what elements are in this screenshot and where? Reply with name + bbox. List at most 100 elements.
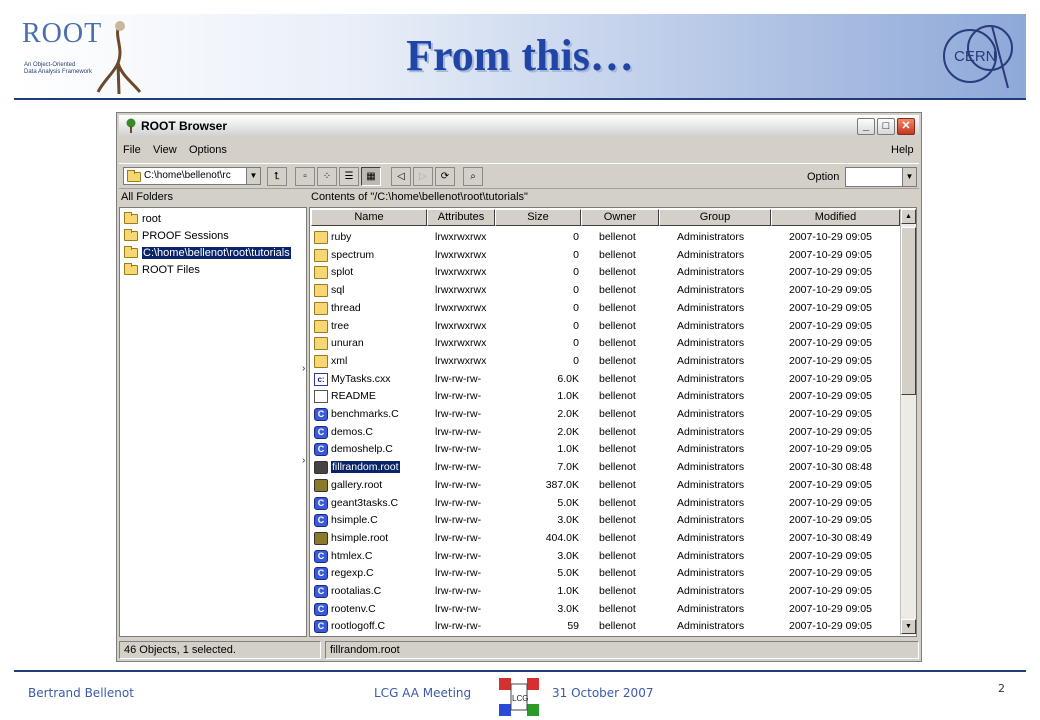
table-row[interactable]: thread lrwxrwxrwx 0 bellenot Administrators 2…: [311, 300, 901, 318]
cell-group: Administrators: [677, 354, 745, 367]
cell-owner: bellenot: [599, 266, 636, 279]
cell-attr: lrw-rw-rw-: [435, 602, 482, 615]
vertical-scrollbar[interactable]: ▲ ▼: [900, 209, 916, 635]
menu-file[interactable]: File: [123, 144, 141, 156]
cell-group: Administrators: [677, 461, 745, 474]
cell-group: Administrators: [677, 620, 745, 633]
option-combo[interactable]: ▼: [845, 167, 917, 187]
up-folder-button[interactable]: ⮤: [267, 167, 287, 186]
scroll-down-button[interactable]: ▼: [901, 619, 916, 634]
back-button[interactable]: ◁: [391, 167, 411, 186]
tree-item-tutorials[interactable]: C:\home\bellenot\root\tutorials: [124, 245, 291, 261]
small-icons-button[interactable]: ⁘: [317, 167, 337, 186]
cell-name: ruby: [331, 231, 352, 243]
table-row[interactable]: spectrum lrwxrwxrwx 0 bellenot Administrator…: [311, 247, 901, 265]
forward-button[interactable]: ▷: [413, 167, 433, 186]
cell-group: Administrators: [677, 567, 745, 580]
cplusplus-macro-icon: C: [314, 408, 328, 421]
cell-size: 1.0K: [557, 390, 579, 403]
cell-size: 404.0K: [545, 531, 579, 544]
cell-modified: 2007-10-29 09:05: [789, 549, 872, 562]
root-file-icon: [314, 531, 328, 545]
root-tree-figure: [96, 21, 142, 95]
table-row[interactable]: ruby lrwxrwxrwx 0 bellenot Administrators 200…: [311, 229, 901, 247]
folder-icon: [314, 301, 328, 315]
cell-group: Administrators: [677, 408, 745, 420]
table-row[interactable]: unuran lrwxrwxrwx 0 bellenot Administrators 2…: [311, 335, 901, 353]
cell-modified: 2007-10-29 09:05: [789, 585, 872, 597]
table-row[interactable]: Crootlogoff.C lrw-rw-rw- 59 bellenot Adminis…: [311, 618, 901, 636]
chevron-down-icon[interactable]: ▼: [246, 168, 260, 184]
table-row[interactable]: c: MyTasks.cxx lrw-rw-rw- 6.0K bellenot Admin…: [311, 371, 901, 389]
cell-attr: lrwxrwxrwx: [435, 301, 487, 314]
cell-modified: 2007-10-29 09:05: [789, 231, 872, 243]
details-view-button[interactable]: ▦: [361, 167, 381, 186]
scroll-up-button[interactable]: ▲: [901, 209, 916, 224]
table-row[interactable]: Cdemos.C lrw-rw-rw- 2.0K bellenot Administra…: [311, 424, 901, 442]
window-titlebar[interactable]: ROOT Browser _ □ ✕: [119, 115, 919, 137]
folder-icon: [314, 284, 328, 298]
cell-name: sql: [331, 284, 345, 297]
cell-name: fillrandom.root: [331, 461, 400, 474]
tree-item-root[interactable]: root: [124, 211, 161, 227]
cell-size: 387.0K: [545, 478, 579, 491]
root-file-icon: [314, 478, 328, 492]
table-row[interactable]: README lrw-rw-rw- 1.0K bellenot Administrato…: [311, 388, 901, 406]
cplusplus-macro-icon: C: [314, 567, 328, 581]
path-combo[interactable]: C:\home\bellenot\rc ▼: [123, 167, 261, 185]
table-row[interactable]: Cgeant3tasks.C lrw-rw-rw- 5.0K bellenot Admi…: [311, 495, 901, 513]
cell-modified: 2007-10-29 09:05: [789, 266, 872, 279]
all-folders-header: All Folders: [121, 191, 173, 203]
folder-icon: [124, 212, 138, 224]
cell-attr: lrw-rw-rw-: [435, 585, 482, 597]
lcg-logo: LCG: [499, 678, 539, 716]
svg-text:LCG: LCG: [512, 694, 528, 703]
table-row[interactable]: Crootalias.C lrw-rw-rw- 1.0K bellenot Admini…: [311, 583, 901, 601]
table-row[interactable]: hsimple.root lrw-rw-rw- 404.0K bellenot Admi…: [311, 530, 901, 548]
column-header-group[interactable]: Group: [659, 209, 771, 226]
table-row[interactable]: Cdemoshelp.C lrw-rw-rw- 1.0K bellenot Admini…: [311, 441, 901, 459]
table-row[interactable]: Cregexp.C lrw-rw-rw- 5.0K bellenot Administr…: [311, 565, 901, 583]
cell-name: MyTasks.cxx: [331, 372, 391, 385]
column-header-modified[interactable]: Modified: [771, 209, 900, 226]
table-row[interactable]: splot lrwxrwxrwx 0 bellenot Administrators 20…: [311, 264, 901, 282]
table-row[interactable]: Chtmlex.C lrw-rw-rw- 3.0K bellenot Administr…: [311, 548, 901, 566]
table-row[interactable]: tree lrwxrwxrwx 0 bellenot Administrators 200…: [311, 318, 901, 336]
large-icons-button[interactable]: ▫: [295, 167, 315, 186]
cplusplus-macro-icon: C: [314, 585, 328, 598]
root-browser-window: ROOT Browser _ □ ✕ File View Options Hel…: [116, 112, 922, 662]
cell-owner: bellenot: [599, 408, 636, 420]
column-header-name[interactable]: Name: [311, 209, 427, 226]
cell-owner: bellenot: [599, 301, 636, 314]
tree-item-proof-sessions[interactable]: PROOF Sessions: [124, 228, 229, 244]
cell-attr: lrw-rw-rw-: [435, 425, 482, 438]
tree-item-root-files[interactable]: ROOT Files: [124, 262, 200, 278]
find-button[interactable]: ⌕: [463, 167, 483, 186]
list-view-button[interactable]: ☰: [339, 167, 359, 186]
table-row[interactable]: Crootenv.C lrw-rw-rw- 3.0K bellenot Administ…: [311, 601, 901, 619]
minimize-button[interactable]: _: [857, 118, 875, 135]
column-header-attributes[interactable]: Attributes: [427, 209, 495, 226]
menu-help[interactable]: Help: [891, 144, 914, 156]
table-row[interactable]: sql lrwxrwxrwx 0 bellenot Administrators 2007…: [311, 282, 901, 300]
maximize-button[interactable]: □: [877, 118, 895, 135]
table-row[interactable]: gallery.root lrw-rw-rw- 387.0K bellenot Admi…: [311, 477, 901, 495]
footer-rule: [14, 670, 1026, 672]
table-row[interactable]: Cbenchmarks.C lrw-rw-rw- 2.0K bellenot Admin…: [311, 406, 901, 424]
cell-attr: lrw-rw-rw-: [435, 461, 482, 474]
chevron-down-icon[interactable]: ▼: [902, 168, 916, 186]
folder-icon: [124, 229, 138, 241]
refresh-button[interactable]: ⟳: [435, 167, 455, 186]
folder-tree[interactable]: root PROOF Sessions C:\home\bellenot\roo…: [119, 207, 307, 637]
table-row[interactable]: Chsimple.C lrw-rw-rw- 3.0K bellenot Administ…: [311, 512, 901, 530]
document-icon: [314, 390, 328, 404]
column-header-size[interactable]: Size: [495, 209, 581, 226]
menu-view[interactable]: View: [153, 144, 177, 156]
menu-options[interactable]: Options: [189, 144, 227, 156]
cell-owner: bellenot: [599, 231, 636, 243]
table-row[interactable]: fillrandom.root lrw-rw-rw- 7.0K bellenot Adm…: [311, 459, 901, 477]
scrollbar-thumb[interactable]: [901, 227, 916, 395]
column-header-owner[interactable]: Owner: [581, 209, 659, 226]
table-row[interactable]: xml lrwxrwxrwx 0 bellenot Administrators 2007…: [311, 353, 901, 371]
close-button[interactable]: ✕: [897, 118, 915, 135]
